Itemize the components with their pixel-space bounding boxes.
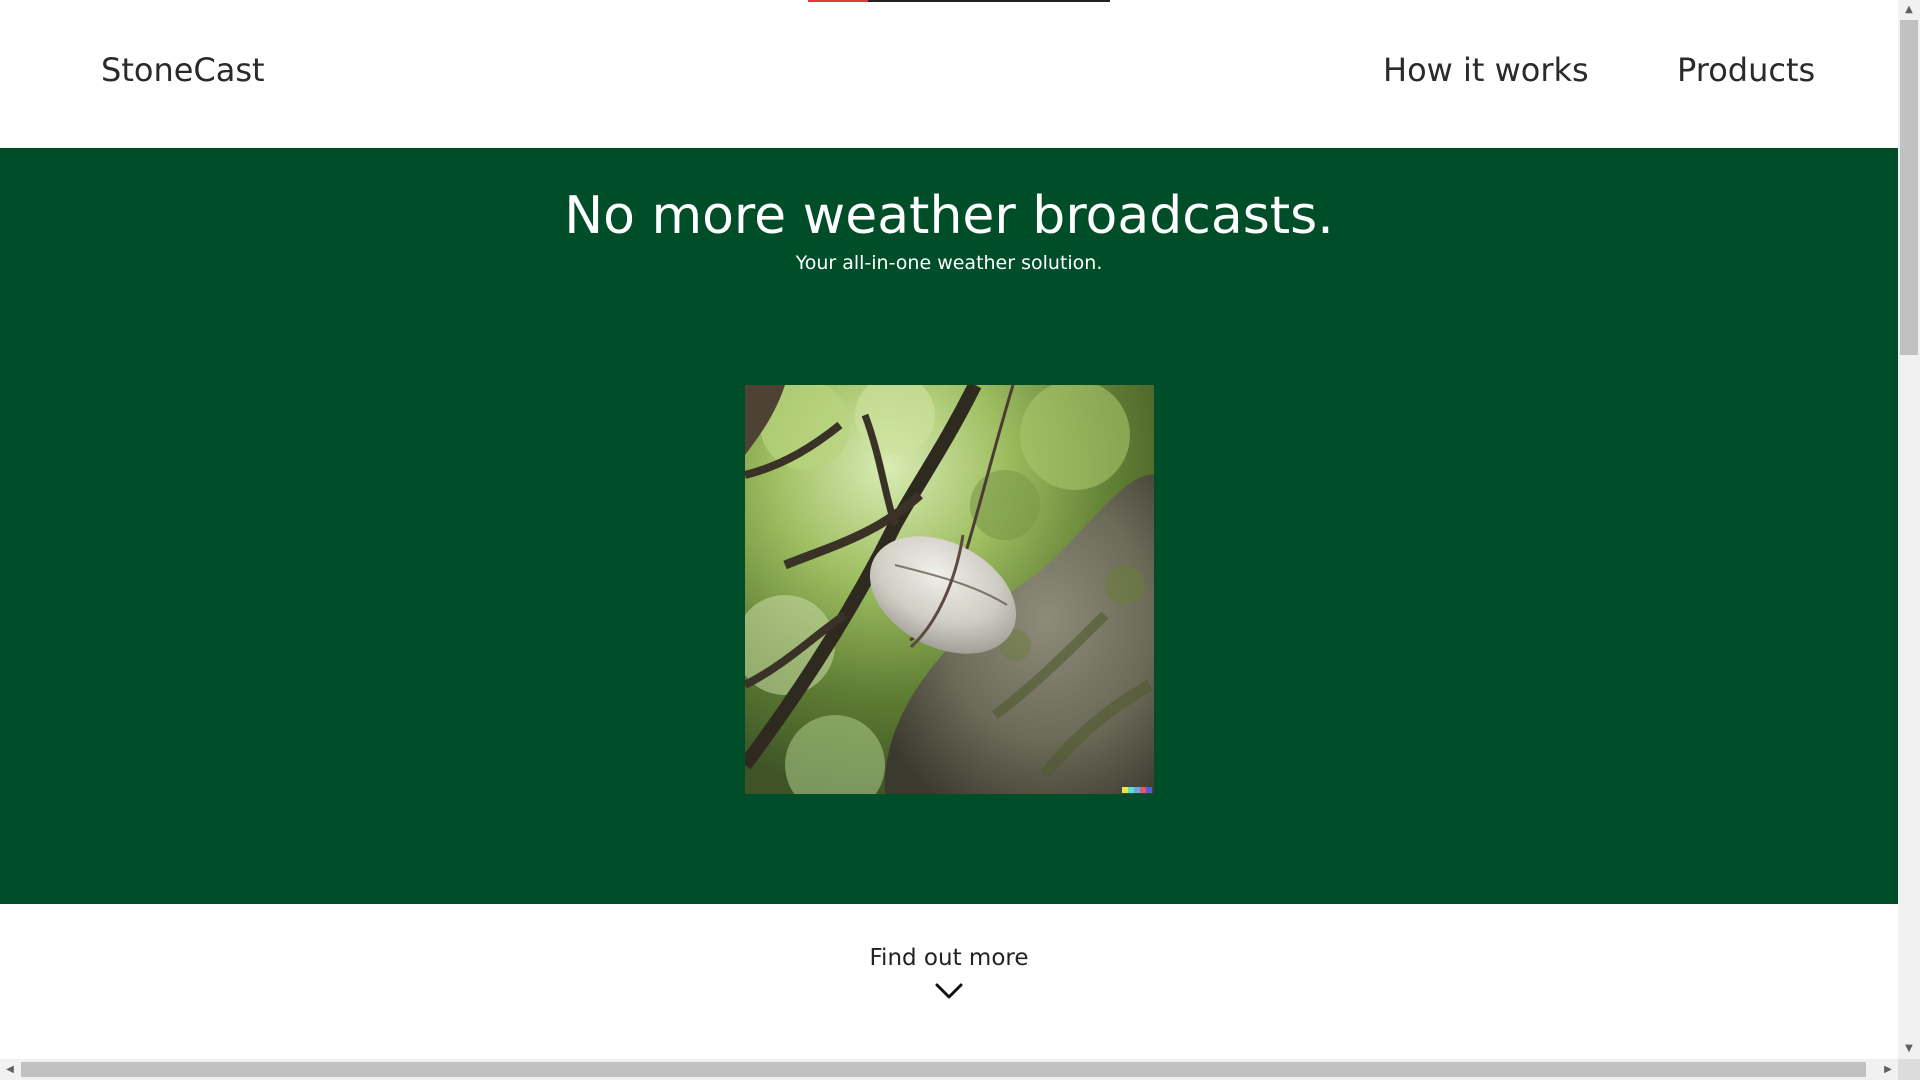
find-out-more-button[interactable]: Find out more (849, 942, 1049, 1014)
reading-progress-bar (808, 0, 1110, 2)
scroll-down-arrow-icon[interactable]: ▼ (1898, 1039, 1920, 1059)
stone-photo-illustration (745, 385, 1154, 794)
find-out-more-label: Find out more (869, 945, 1029, 971)
reading-progress-fill (808, 0, 869, 2)
vertical-scrollbar[interactable]: ▲ ▼ (1898, 0, 1920, 1059)
nav-link-products[interactable]: Products (1677, 48, 1815, 92)
scrollbar-corner (1898, 1059, 1920, 1080)
hero-stone-photo (745, 385, 1154, 794)
horizontal-scrollbar-thumb[interactable] (21, 1062, 1866, 1077)
hero-title: No more weather broadcasts. (564, 186, 1334, 246)
nav-link-how-it-works[interactable]: How it works (1383, 48, 1589, 92)
vertical-scrollbar-thumb[interactable] (1900, 20, 1918, 355)
brand-logo-link[interactable]: StoneCast (101, 48, 265, 92)
hero-section: No more weather broadcasts. Your all-in-… (0, 148, 1898, 904)
site-header: StoneCast How it works Products (0, 0, 1898, 148)
page-viewport: StoneCast How it works Products No more … (0, 0, 1898, 1059)
chevron-down-icon (935, 983, 963, 999)
hero-subtitle: Your all-in-one weather solution. (795, 252, 1103, 274)
horizontal-scrollbar[interactable]: ◀ ▶ (0, 1059, 1898, 1080)
scroll-left-arrow-icon[interactable]: ◀ (0, 1059, 20, 1080)
scroll-up-arrow-icon[interactable]: ▲ (1898, 0, 1920, 20)
scroll-right-arrow-icon[interactable]: ▶ (1878, 1059, 1898, 1080)
